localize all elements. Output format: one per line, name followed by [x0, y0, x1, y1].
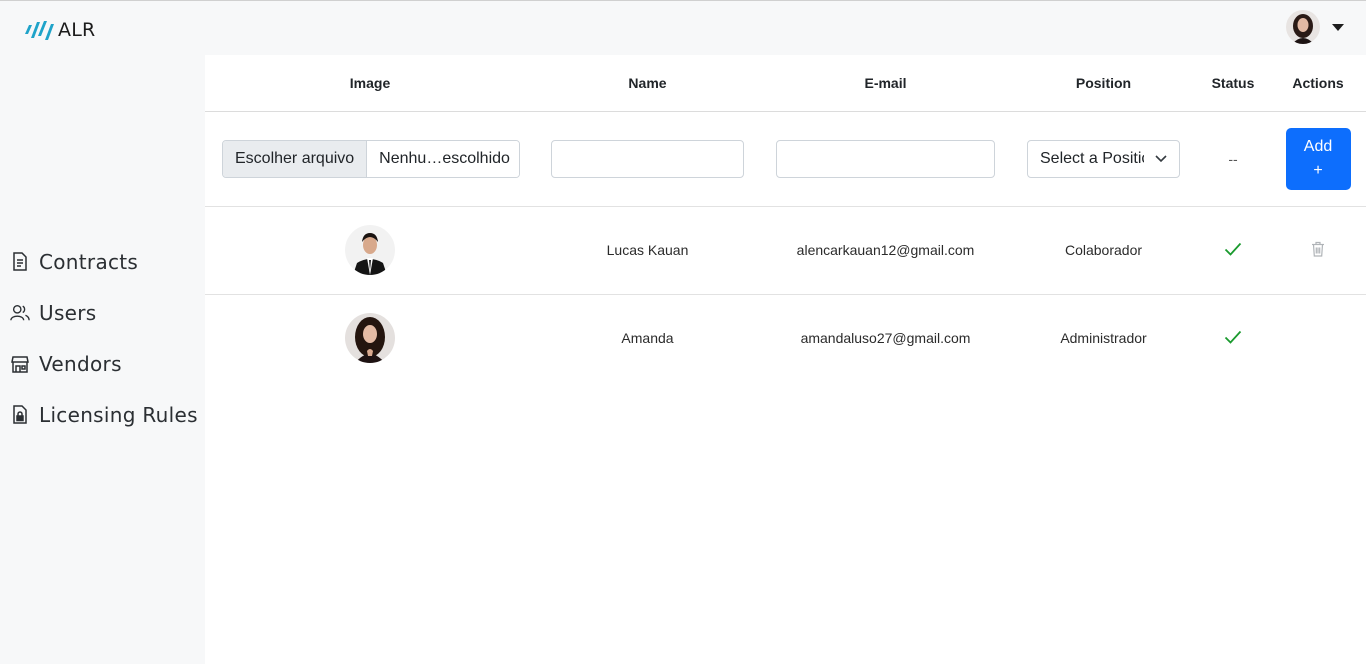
position-select-value: Select a Position: [1040, 149, 1144, 167]
user-avatar[interactable]: [1286, 10, 1320, 44]
sidebar-item-label: Contracts: [39, 249, 139, 274]
plus-icon: +: [1313, 161, 1323, 179]
avatar: [345, 313, 395, 364]
sidebar-item-licensing-rules[interactable]: Licensing Rules: [0, 389, 205, 440]
file-name-label: Nenhu…escolhido: [367, 140, 519, 177]
column-header-image: Image: [205, 55, 535, 112]
name-input[interactable]: [551, 139, 744, 178]
chevron-down-icon[interactable]: [1332, 23, 1344, 31]
status-placeholder: --: [1228, 150, 1238, 167]
column-header-status: Status: [1196, 55, 1270, 112]
user-email-cell: amandaluso27@gmail.com: [800, 330, 971, 347]
table-row: Amanda amandaluso27@gmail.com Administra…: [205, 294, 1366, 382]
image-file-input[interactable]: Escolher arquivo Nenhu…escolhido: [222, 139, 520, 178]
file-lock-icon: [10, 405, 30, 425]
add-button-label: Add: [1303, 137, 1333, 155]
chevron-down-icon: [1155, 154, 1167, 162]
store-icon: [10, 354, 30, 374]
trash-icon[interactable]: [1311, 241, 1325, 257]
column-header-name: Name: [535, 55, 760, 112]
sidebar-item-label: Users: [39, 300, 97, 325]
user-email-cell: alencarkauan12@gmail.com: [760, 206, 1011, 295]
position-select[interactable]: Select a Position: [1027, 139, 1180, 178]
user-name-cell: Lucas Kauan: [535, 206, 760, 295]
column-header-actions: Actions: [1270, 55, 1366, 112]
sidebar: Contracts Users Vendors Licensing Rules: [0, 236, 205, 440]
user-position-cell: Colaborador: [1011, 206, 1196, 295]
document-icon: [10, 252, 30, 272]
sidebar-item-contracts[interactable]: Contracts: [0, 236, 205, 287]
avatar: [345, 225, 395, 275]
users-icon: [10, 303, 30, 323]
column-header-position: Position: [1011, 55, 1196, 112]
user-menu[interactable]: [1286, 10, 1344, 44]
logo-mark-icon: [25, 21, 54, 40]
choose-file-button[interactable]: Escolher arquivo: [223, 140, 368, 177]
new-user-form-row: Escolher arquivo Nenhu…escolhido Select …: [205, 111, 1366, 207]
sidebar-item-users[interactable]: Users: [0, 287, 205, 338]
sidebar-item-label: Vendors: [39, 351, 122, 376]
logo-text: ALR: [58, 19, 96, 41]
app-logo[interactable]: ALR: [22, 18, 95, 42]
sidebar-item-label: Licensing Rules: [39, 402, 198, 427]
user-position-cell: Administrador: [1060, 330, 1147, 347]
email-input[interactable]: [776, 139, 995, 178]
table-row: Lucas Kauan alencarkauan12@gmail.com Col…: [205, 206, 1366, 295]
add-user-button[interactable]: Add +: [1285, 127, 1351, 190]
sidebar-item-vendors[interactable]: Vendors: [0, 338, 205, 389]
column-header-email: E-mail: [760, 55, 1011, 112]
table-header-row: Image Name E-mail Position Status Action…: [205, 55, 1366, 112]
check-icon: [1224, 330, 1242, 344]
users-panel: Image Name E-mail Position Status Action…: [205, 55, 1366, 664]
check-icon: [1224, 242, 1242, 256]
users-table: Image Name E-mail Position Status Action…: [205, 55, 1366, 382]
actions-cell-empty: [1270, 294, 1366, 382]
user-name-cell: Amanda: [621, 330, 674, 347]
top-bar: ALR: [0, 1, 1366, 55]
